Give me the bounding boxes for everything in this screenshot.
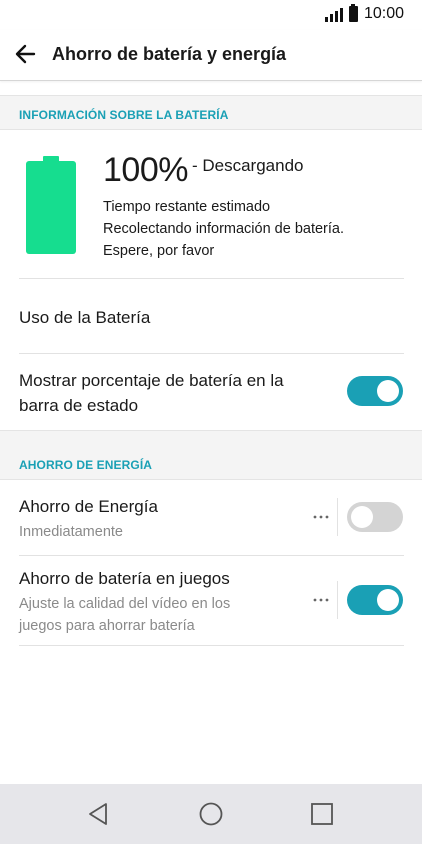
show-percent-toggle[interactable] xyxy=(347,376,403,406)
section-header-label: INFORMACIÓN SOBRE LA BATERÍA xyxy=(19,108,229,122)
navigation-bar xyxy=(0,784,422,844)
game-saver-title: Ahorro de batería en juegos xyxy=(19,569,230,588)
page-title: Ahorro de batería y energía xyxy=(52,44,287,64)
battery-estimate-info: Tiempo restante estimado Recolectando in… xyxy=(103,196,344,262)
section-header-energy: AHORRO DE ENERGÍA xyxy=(0,430,422,480)
divider xyxy=(19,645,404,646)
signal-icon xyxy=(324,6,343,22)
game-battery-saver-item[interactable]: Ahorro de batería en juegos Ajuste la ca… xyxy=(0,556,422,645)
game-saver-subtitle-line-2: juegos para ahorrar batería xyxy=(19,618,195,634)
battery-percent: 100% xyxy=(103,151,188,189)
power-saver-title: Ahorro de Energía xyxy=(19,497,158,516)
more-dots-icon[interactable] xyxy=(311,507,331,527)
nav-recents-button[interactable] xyxy=(309,801,335,827)
circle-home-icon xyxy=(199,802,223,826)
section-header-label: AHORRO DE ENERGÍA xyxy=(19,458,153,472)
battery-icon xyxy=(348,4,358,22)
arrow-left-icon xyxy=(15,44,36,64)
vertical-divider xyxy=(337,498,338,536)
estimate-line-1: Tiempo restante estimado xyxy=(103,199,271,215)
show-percent-label-line-1: Mostrar porcentaje de batería en la xyxy=(19,371,284,390)
power-saver-subtitle: Inmediatamente xyxy=(19,524,123,540)
nav-back-button[interactable] xyxy=(86,801,112,827)
show-percent-label-line-2: barra de estado xyxy=(19,396,139,415)
vertical-divider xyxy=(337,581,338,619)
battery-percent-row: 100% - Descargando xyxy=(103,151,303,190)
show-battery-percent-item[interactable]: Mostrar porcentaje de batería en la barr… xyxy=(0,354,422,430)
battery-usage-label: Uso de la Batería xyxy=(19,308,151,327)
nav-home-button[interactable] xyxy=(198,801,224,827)
battery-usage-item[interactable]: Uso de la Batería xyxy=(0,279,422,353)
section-header-battery-info: INFORMACIÓN SOBRE LA BATERÍA xyxy=(0,95,422,130)
clock: 10:00 xyxy=(363,5,404,22)
battery-info: 100% - Descargando Tiempo restante estim… xyxy=(0,129,422,279)
status-icons: 10:00 xyxy=(324,4,404,23)
estimate-line-3: Espere, por favor xyxy=(103,243,215,259)
power-saver-toggle[interactable] xyxy=(347,502,403,532)
game-saver-subtitle-line-1: Ajuste la calidad del vídeo en los xyxy=(19,596,231,612)
square-recents-icon xyxy=(311,803,333,825)
triangle-back-icon xyxy=(89,803,107,825)
status-bar: 10:00 xyxy=(0,0,422,30)
app-bar: Ahorro de batería y energía xyxy=(0,30,422,81)
back-button[interactable] xyxy=(12,40,40,68)
estimate-line-2: Recolectando información de batería. xyxy=(103,221,345,237)
more-dots-icon[interactable] xyxy=(311,590,331,610)
charge-status: - Descargando xyxy=(191,156,304,175)
game-saver-toggle[interactable] xyxy=(347,585,403,615)
power-saver-item[interactable]: Ahorro de Energía Inmediatamente xyxy=(0,480,422,555)
battery-level-icon xyxy=(26,156,76,254)
